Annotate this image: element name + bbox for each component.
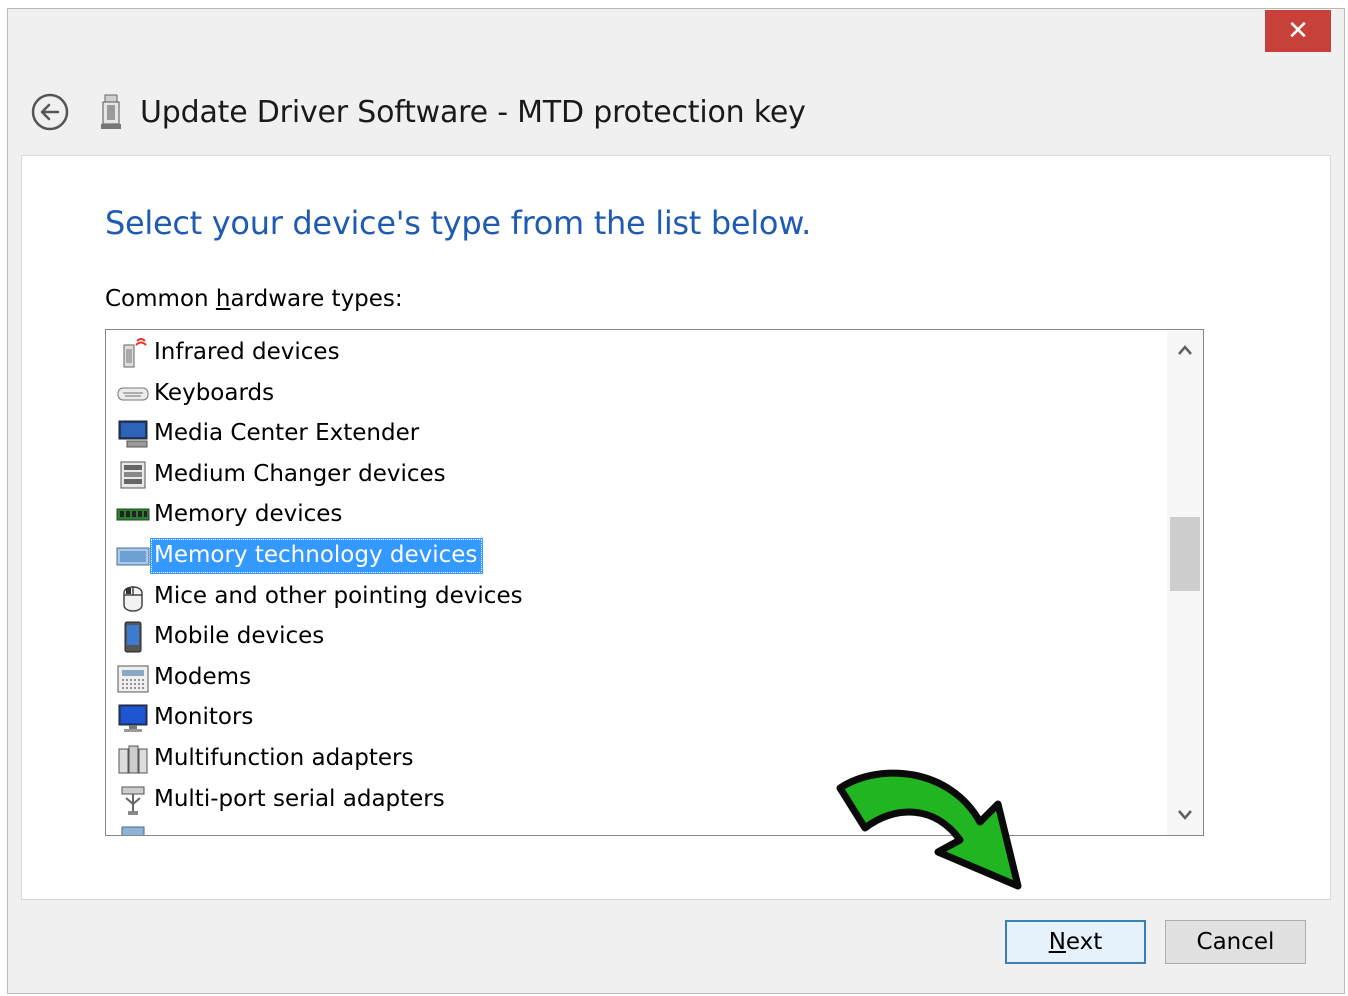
list-item-partial[interactable] (116, 818, 150, 835)
button-bar: Next Cancel (21, 900, 1331, 986)
memory-key-icon (101, 94, 121, 129)
monitor-icon (118, 704, 148, 733)
window-title: Update Driver Software - MTD protection … (140, 94, 806, 130)
medium-changer-icon (120, 461, 146, 489)
list-item[interactable]: Multifunction adapters (116, 739, 419, 779)
list-item-label: Mobile devices (154, 623, 325, 650)
list-item[interactable]: Memory technology devices (116, 536, 484, 576)
serial-adapter-icon (121, 786, 145, 815)
partial-device-icon (116, 821, 150, 835)
list-item-label: Multi-port serial adapters (154, 785, 445, 812)
list-item[interactable]: Medium Changer devices (116, 455, 452, 495)
hardware-types-list[interactable]: Infrared devices Keyboards Media Center Ex… (105, 329, 1204, 836)
list-item-label: Memory technology devices (150, 538, 484, 574)
list-item[interactable]: Media Center Extender (116, 414, 425, 454)
list-item[interactable]: Infrared devices (116, 333, 346, 373)
mouse-icon (123, 585, 143, 612)
next-button[interactable]: Next (1005, 920, 1146, 964)
serial-adapter-icon (116, 783, 150, 817)
list-item-label: Monitors (154, 704, 254, 731)
modem-icon (116, 661, 150, 695)
list-item-label: Medium Changer devices (154, 460, 446, 487)
cancel-button[interactable]: Cancel (1165, 920, 1306, 964)
memory-technology-icon (116, 539, 150, 573)
infrared-icon (123, 338, 147, 368)
media-center-icon (118, 420, 148, 448)
list-item[interactable]: Mobile devices (116, 617, 330, 657)
list-item-label: Modems (154, 663, 252, 690)
scroll-down-button[interactable] (1167, 797, 1203, 833)
back-arrow-icon (31, 93, 69, 131)
content-panel: Select your device's type from the list … (21, 155, 1331, 900)
mobile-icon (124, 621, 142, 653)
list-item[interactable]: Keyboards (116, 374, 280, 414)
mobile-icon (116, 620, 150, 654)
memory-icon (116, 498, 150, 532)
chevron-up-icon (1178, 345, 1192, 355)
back-button[interactable] (30, 92, 70, 132)
scroll-up-button[interactable] (1167, 332, 1203, 368)
chevron-down-icon (1178, 810, 1192, 820)
list-item-label: Keyboards (154, 379, 275, 406)
list-item-label: Media Center Extender (154, 420, 420, 447)
list-item-label: Multifunction adapters (154, 745, 414, 771)
keyboard-icon (117, 387, 149, 401)
list-item-label: Mice and other pointing devices (154, 582, 523, 609)
list-item-label: Infrared devices (154, 339, 340, 365)
modem-icon (117, 665, 149, 693)
mouse-icon (116, 580, 150, 614)
memory-icon (116, 508, 150, 521)
list-item[interactable]: Modems (116, 658, 257, 698)
list-item[interactable]: Monitors (116, 698, 259, 738)
multifunction-icon (116, 742, 150, 776)
multifunction-icon (118, 745, 148, 774)
list-item[interactable]: Mice and other pointing devices (116, 577, 529, 617)
close-button[interactable]: ✕ (1265, 10, 1331, 52)
instruction-heading: Select your device's type from the list … (105, 204, 811, 242)
scrollbar-thumb[interactable] (1170, 517, 1200, 591)
list-item[interactable]: Multi-port serial adapters (116, 780, 451, 820)
keyboard-icon (116, 377, 150, 411)
vertical-scrollbar[interactable] (1167, 330, 1203, 835)
monitor-icon (116, 701, 150, 735)
title-row: Update Driver Software - MTD protection … (30, 88, 806, 136)
media-center-icon (116, 417, 150, 451)
memory-technology-icon (116, 547, 150, 566)
list-label: Common hardware types: (105, 286, 403, 312)
list-item-label: Memory devices (154, 501, 343, 528)
list-item[interactable]: Memory devices (116, 495, 348, 535)
medium-changer-icon (116, 458, 150, 492)
infrared-icon (116, 336, 150, 370)
close-icon: ✕ (1287, 16, 1309, 46)
